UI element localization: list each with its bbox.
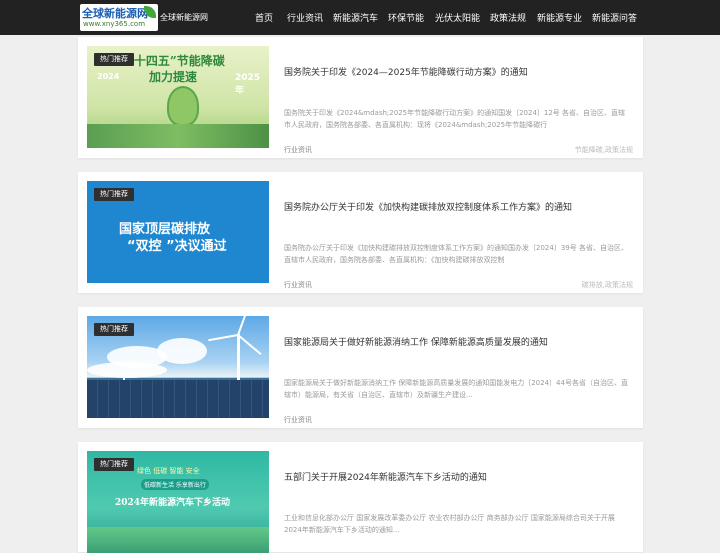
article-title[interactable]: 国家能源局关于做好新能源消纳工作 保障新能源高质量发展的通知	[284, 335, 634, 348]
thumbnail-caption: 2024	[97, 72, 120, 81]
nav-item-nev[interactable]: 新能源汽车	[333, 11, 378, 24]
thumbnail-caption: 绿色 低碳 智能 安全	[137, 467, 200, 475]
article-title[interactable]: 国务院办公厅关于印发《加快构建碳排放双控制度体系工作方案》的通知	[284, 200, 634, 213]
nav-item-specialty[interactable]: 新能源专业	[537, 11, 582, 24]
nav-item-qa[interactable]: 新能源问答	[592, 11, 637, 24]
thumbnail-caption: 2025年	[235, 73, 261, 96]
hot-badge: 热门推荐	[94, 458, 134, 471]
article-tags[interactable]: 碳排放,政策法规	[582, 280, 633, 290]
article-category[interactable]: 行业资讯	[284, 415, 312, 425]
lightbulb-icon	[167, 86, 199, 126]
article-excerpt: 国家能源局关于做好新能源消纳工作 保障新能源高质量发展的通知国能发电力〔2024…	[284, 379, 628, 399]
article-excerpt: 工业和信息化部办公厅 国家发展改革委办公厅 农业农村部办公厅 商务部办公厅 国家…	[284, 514, 615, 534]
site-name[interactable]: 全球新能源网	[160, 12, 208, 23]
thumbnail-caption: “十四五”节能降碳	[127, 54, 225, 68]
cloud-shape	[157, 338, 207, 364]
article-title[interactable]: 国务院关于印发《2024—2025年节能降碳行动方案》的通知	[284, 65, 634, 78]
nav-item-energy-saving[interactable]: 环保节能	[388, 11, 424, 24]
article-thumbnail[interactable]: 热门推荐 绿色 低碳 智能 安全 低碳新生活 乐享新出行 2024年新能源汽车下…	[87, 451, 269, 553]
site-logo[interactable]: 全球新能源网 www.xny365.com	[80, 4, 158, 31]
thumbnail-caption: 加力提速	[149, 70, 198, 84]
turbine-blade	[237, 316, 251, 336]
nav-item-policy[interactable]: 政策法规	[490, 11, 526, 24]
article-thumbnail[interactable]: 热门推荐	[87, 316, 269, 418]
nav-item-home[interactable]: 首页	[255, 11, 273, 24]
landscape-illustration	[87, 527, 269, 553]
nav-item-solar[interactable]: 光伏太阳能	[435, 11, 480, 24]
turbine-blade	[208, 334, 239, 342]
article-card[interactable]: 热门推荐 绿色 低碳 智能 安全 低碳新生活 乐享新出行 2024年新能源汽车下…	[78, 442, 643, 553]
article-tags[interactable]: 节能降碳,政策法规	[575, 145, 633, 155]
logo-text: 全球新能源网	[82, 7, 148, 20]
thumbnail-caption: 低碳新生活 乐享新出行	[141, 479, 209, 490]
solar-panels-illustration	[87, 380, 269, 418]
top-navbar: 全球新能源网 www.xny365.com 全球新能源网 首页 行业资讯 新能源…	[0, 0, 720, 35]
article-excerpt: 国务院关于印发《2024&mdash;2025年节能降碳行动方案》的通知国发〔2…	[284, 109, 626, 129]
hot-badge: 热门推荐	[94, 188, 134, 201]
article-category[interactable]: 行业资讯	[284, 145, 312, 155]
article-thumbnail[interactable]: 热门推荐 “十四五”节能降碳 加力提速 2024 2025年	[87, 46, 269, 148]
thumbnail-caption: “双控 ”决议通过	[127, 239, 227, 254]
article-title[interactable]: 五部门关于开展2024年新能源汽车下乡活动的通知	[284, 470, 634, 483]
article-card[interactable]: 热门推荐 国家顶层碳排放 “双控 ”决议通过 国务院办公厅关于印发《加快构建碳排…	[78, 172, 643, 293]
nav-item-industry-news[interactable]: 行业资讯	[287, 11, 323, 24]
turbine-blade	[237, 334, 262, 356]
hot-badge: 热门推荐	[94, 323, 134, 336]
article-category[interactable]: 行业资讯	[284, 280, 312, 290]
thumbnail-caption: 2024年新能源汽车下乡活动	[115, 498, 231, 508]
hot-badge: 热门推荐	[94, 53, 134, 66]
city-illustration	[87, 124, 269, 148]
article-thumbnail[interactable]: 热门推荐 国家顶层碳排放 “双控 ”决议通过	[87, 181, 269, 283]
article-card[interactable]: 热门推荐 国家能源局关于做好新能源消纳工作 保障新能源高质量发展的通知 国家能源…	[78, 307, 643, 428]
article-excerpt: 国务院办公厅关于印发《加快构建碳排放双控制度体系工作方案》的通知国办发〔2024…	[284, 244, 628, 264]
logo-url: www.xny365.com	[83, 20, 146, 28]
cloud-shape	[87, 362, 167, 378]
article-card[interactable]: 热门推荐 “十四五”节能降碳 加力提速 2024 2025年 国务院关于印发《2…	[78, 37, 643, 158]
